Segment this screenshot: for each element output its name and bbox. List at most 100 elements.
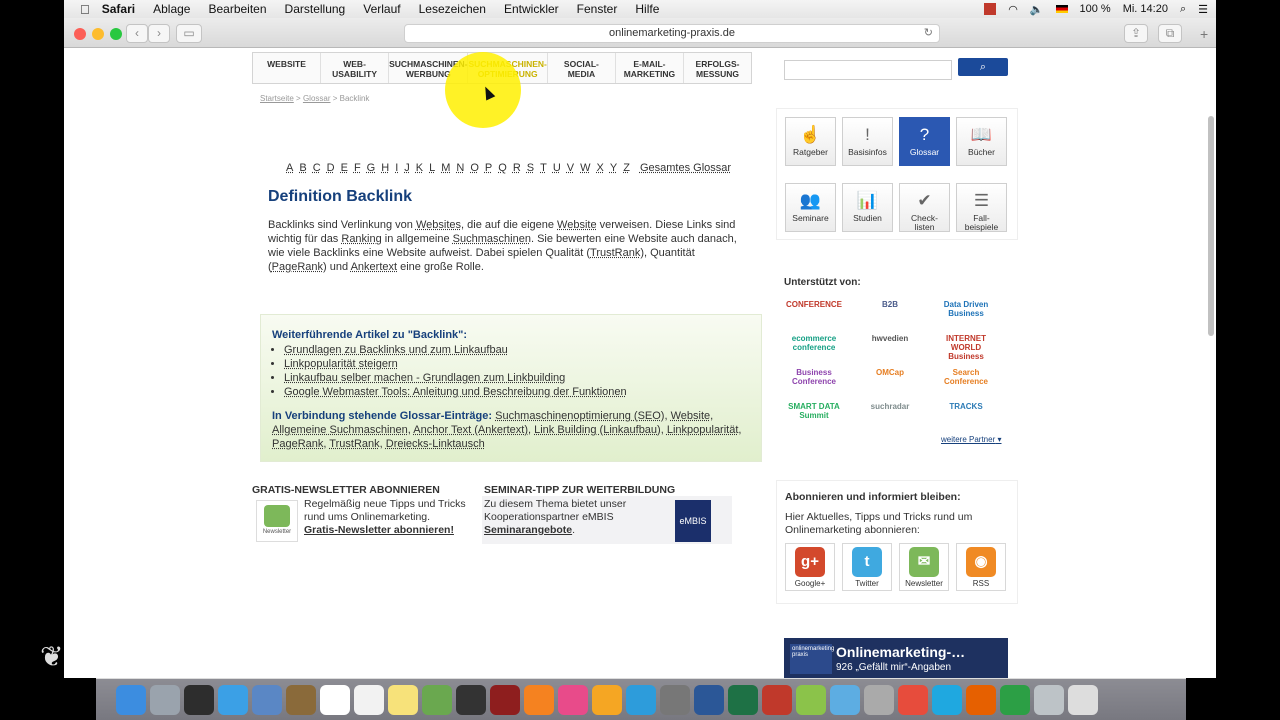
dock-app-icon[interactable]	[1034, 684, 1064, 715]
search-input[interactable]	[784, 60, 952, 80]
alphabet-letter[interactable]: D	[327, 162, 335, 174]
related-link[interactable]: Linkpopularität steigern	[284, 358, 398, 370]
tile-checklisten[interactable]: ✔ Check- listen	[899, 183, 950, 232]
alphabet-letter[interactable]: V	[567, 162, 574, 174]
supporter-logo[interactable]: ecommerce conference	[786, 334, 842, 352]
alphabet-letter[interactable]: T	[540, 162, 547, 174]
alphabet-letter[interactable]: W	[580, 162, 590, 174]
tile-bücher[interactable]: 📖 Bücher	[956, 117, 1007, 166]
alphabet-letter[interactable]: P	[485, 162, 492, 174]
dock-app-icon[interactable]	[490, 684, 520, 715]
alphabet-letter[interactable]: R	[513, 162, 521, 174]
facebook-banner[interactable]: onlinemarketing praxis Onlinemarketing-……	[784, 638, 1008, 678]
supporter-logo[interactable]: SMART DATA Summit	[786, 402, 842, 420]
menu-entwickler[interactable]: Entwickler	[504, 2, 559, 16]
embis-logo[interactable]: eMBIS	[675, 500, 711, 542]
tile-studien[interactable]: 📊 Studien	[842, 183, 893, 232]
alphabet-letter[interactable]: B	[299, 162, 306, 174]
back-button[interactable]: ‹	[126, 24, 148, 43]
dock-app-icon[interactable]	[966, 684, 996, 715]
nav-erfolgsmessung[interactable]: Erfolgs-messung	[684, 53, 751, 83]
tile-seminare[interactable]: 👥 Seminare	[785, 183, 836, 232]
nav-social-media[interactable]: Social- Media	[548, 53, 616, 83]
glossary-entry-link[interactable]: PageRank	[272, 438, 323, 450]
glossary-entry-link[interactable]: TrustRank	[329, 438, 379, 450]
dock-app-icon[interactable]	[286, 684, 316, 715]
clock[interactable]: Mi. 14:20	[1123, 3, 1168, 15]
alphabet-letter[interactable]: Y	[610, 162, 617, 174]
apple-icon[interactable]: 	[80, 2, 90, 17]
supporter-logo[interactable]: Data Driven Business	[938, 300, 994, 318]
menu-fenster[interactable]: Fenster	[577, 2, 618, 16]
dock-app-icon[interactable]	[694, 684, 724, 715]
subscribe-twitter[interactable]: t Twitter	[842, 543, 892, 591]
supporter-logo[interactable]: CONFERENCE	[786, 300, 842, 309]
tabs-overview-icon[interactable]: ⧉	[1158, 24, 1182, 43]
alphabet-letter[interactable]: O	[470, 162, 479, 174]
subscribe-newsletter[interactable]: ✉ Newsletter	[899, 543, 949, 591]
reload-icon[interactable]: ↻	[924, 25, 933, 42]
forward-button[interactable]: ›	[148, 24, 170, 43]
glossary-entry-link[interactable]: Suchmaschinenoptimierung (SEO)	[495, 410, 664, 422]
notification-center-icon[interactable]: ☰	[1198, 3, 1208, 16]
alphabet-letter[interactable]: L	[429, 162, 435, 174]
glossary-entry-link[interactable]: Link Building (Linkaufbau)	[534, 424, 661, 436]
newsletter-link[interactable]: Gratis-Newsletter abonnieren!	[304, 524, 454, 536]
scrollbar[interactable]	[1208, 116, 1214, 336]
related-link[interactable]: Google Webmaster Tools: Anleitung und Be…	[284, 386, 627, 398]
subscribe-google[interactable]: g+ Google+	[785, 543, 835, 591]
nav-email-marketing[interactable]: E-Mail- Marketing	[616, 53, 684, 83]
search-button[interactable]: ⌕	[958, 58, 1008, 76]
dock-app-icon[interactable]	[660, 684, 690, 715]
record-icon[interactable]	[984, 3, 997, 15]
more-partners-link[interactable]: weitere Partner ▾	[941, 435, 1002, 444]
sidebar-toggle-icon[interactable]: ▭	[176, 24, 202, 43]
dock-app-icon[interactable]	[830, 684, 860, 715]
tile-fallbeispiele[interactable]: ☰ Fall- beispiele	[956, 183, 1007, 232]
supporter-logo[interactable]: OMCap	[862, 368, 918, 377]
spotlight-icon[interactable]: ⌕	[1180, 3, 1186, 16]
dock-app-icon[interactable]	[354, 684, 384, 715]
alphabet-letter[interactable]: K	[416, 162, 423, 174]
new-tab-button[interactable]: +	[1200, 26, 1208, 42]
menu-hilfe[interactable]: Hilfe	[635, 2, 659, 16]
menu-verlauf[interactable]: Verlauf	[363, 2, 400, 16]
supporter-logo[interactable]: TRACKS	[938, 402, 994, 411]
alphabet-letter[interactable]: X	[597, 162, 604, 174]
alphabet-letter[interactable]: S	[527, 162, 534, 174]
supporter-logo[interactable]: B2B	[862, 300, 918, 309]
link-websites[interactable]: Websites	[416, 219, 461, 231]
dock-app-icon[interactable]	[1000, 684, 1030, 715]
tile-basisinfos[interactable]: ! Basisinfos	[842, 117, 893, 166]
dock-app-icon[interactable]	[320, 684, 350, 715]
nav-website[interactable]: Website	[253, 53, 322, 83]
dock-app-icon[interactable]	[796, 684, 826, 715]
link-ranking[interactable]: Ranking	[341, 233, 381, 245]
seminar-link[interactable]: Seminarangebote	[484, 524, 572, 536]
glossary-entry-link[interactable]: Dreiecks-Linktausch	[386, 438, 485, 450]
menu-darstellung[interactable]: Darstellung	[285, 2, 346, 16]
glossary-entry-link[interactable]: Allgemeine Suchmaschinen	[272, 424, 408, 436]
alphabet-letter[interactable]: Q	[498, 162, 507, 174]
menu-ablage[interactable]: Ablage	[153, 2, 190, 16]
dock-app-icon[interactable]	[898, 684, 928, 715]
supporter-logo[interactable]: suchradar	[862, 402, 918, 411]
glossary-entry-link[interactable]: Linkpopularität	[667, 424, 739, 436]
tile-glossar[interactable]: ? Glossar	[899, 117, 950, 166]
full-glossary-link[interactable]: Gesamtes Glossar	[640, 162, 731, 174]
close-window-button[interactable]	[74, 28, 86, 40]
glossary-entry-link[interactable]: Website	[671, 410, 711, 422]
dock-app-icon[interactable]	[524, 684, 554, 715]
menu-app-safari[interactable]: Safari	[102, 2, 135, 16]
supporter-logo[interactable]: INTERNET WORLD Business	[938, 334, 994, 361]
menu-bearbeiten[interactable]: Bearbeiten	[208, 2, 266, 16]
alphabet-letter[interactable]: C	[313, 162, 321, 174]
supporter-logo[interactable]: Business Conference	[786, 368, 842, 386]
supporter-logo[interactable]: Search Conference	[938, 368, 994, 386]
dock-app-icon[interactable]	[422, 684, 452, 715]
dock-app-icon[interactable]	[728, 684, 758, 715]
related-link[interactable]: Linkaufbau selber machen - Grundlagen zu…	[284, 372, 565, 384]
alphabet-letter[interactable]: I	[395, 162, 398, 174]
dock-app-icon[interactable]	[1068, 684, 1098, 715]
zoom-window-button[interactable]	[110, 28, 122, 40]
